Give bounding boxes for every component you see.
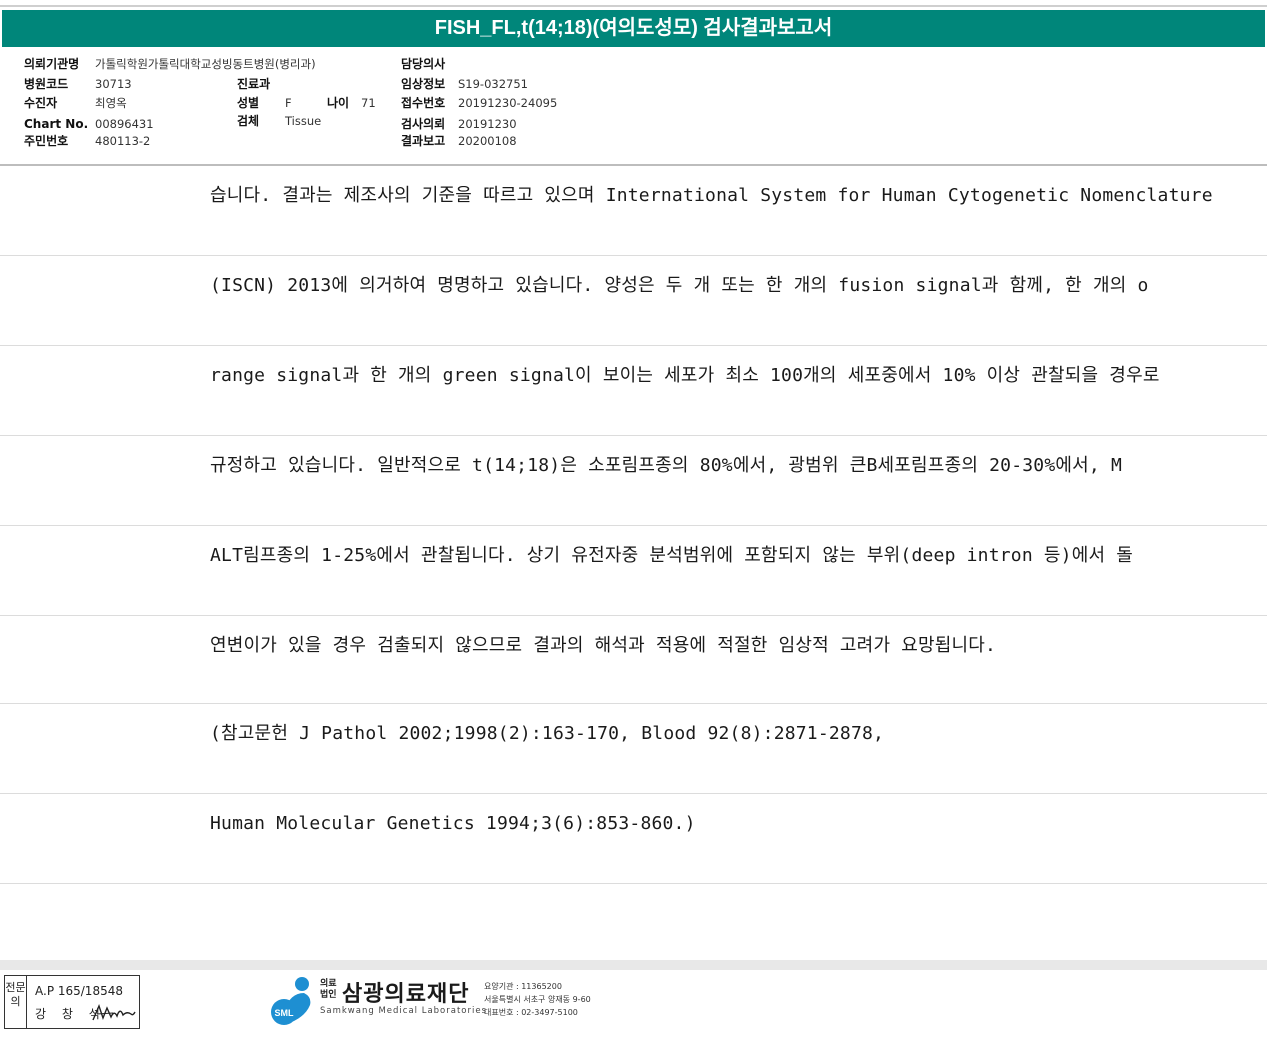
specimen-value: Tissue: [285, 114, 322, 128]
text-row: 연변이가 있을 경우 검출되지 않으므로 결과의 해석과 적용에 적절한 임상적…: [0, 616, 1267, 704]
hospital-code-field: 병원코드 30713: [24, 77, 224, 91]
text-row: 습니다. 결과는 제조사의 기준을 따르고 있으며 International …: [0, 166, 1267, 256]
department-label: 진료과: [237, 77, 271, 91]
logo-info-line: 요양기관 : 11365200: [484, 982, 562, 991]
age-value: 71: [361, 96, 376, 110]
sml-logo: SML 의료 법인 삼광의료재단 Samkwang Medical Labora…: [270, 975, 600, 1030]
signature-icon: [92, 1004, 136, 1021]
logo-info-line: 대표번호 : 02-3497-5100: [484, 1008, 578, 1017]
text-line: 연변이가 있을 경우 검출되지 않으므로 결과의 해석과 적용에 적절한 임상적…: [210, 635, 997, 656]
hospital-code-label: 병원코드: [24, 77, 69, 91]
result-date-label: 결과보고: [401, 134, 446, 148]
text-row: (참고문헌 J Pathol 2002;1998(2):163-170, Blo…: [0, 704, 1267, 794]
logo-info-line: 서울특별시 서초구 양재동 9-60: [484, 995, 591, 1004]
resident-no-label: 주민번호: [24, 134, 69, 148]
clinical-info-value: S19-032751: [458, 77, 528, 91]
text-line: Human Molecular Genetics 1994;3(6):853-8…: [210, 813, 696, 834]
logo-name-ko: 삼광의료재단: [342, 982, 470, 1007]
text-row: range signal과 한 개의 green signal이 보이는 세포가…: [0, 346, 1267, 436]
doctor-label: 담당의사: [401, 57, 446, 71]
logo-contact-info: 요양기관 : 11365200 서울특별시 서초구 양재동 9-60 대표번호 …: [484, 980, 591, 1019]
age-label: 나이: [327, 96, 350, 110]
license-number: A.P 165/18548: [35, 984, 123, 998]
logo-prefix: 의료 법인: [320, 979, 337, 1000]
resident-no-field: 주민번호 480113-2: [24, 134, 224, 148]
specimen-field: 검체 Tissue: [237, 114, 387, 128]
logo-name-en: Samkwang Medical Laboratories: [320, 1006, 488, 1016]
sex-value: F: [285, 96, 292, 110]
result-date-value: 20200108: [458, 134, 517, 148]
institution-field: 의뢰기관명 가톨릭학원가톨릭대학교성빙동트병원(병리과): [24, 57, 384, 71]
department-field: 진료과: [237, 77, 387, 91]
footer-divider: [0, 960, 1267, 970]
chart-no-label: Chart No.: [24, 117, 89, 131]
text-row: 규정하고 있습니다. 일반적으로 t(14;18)은 소포림프종의 80%에서,…: [0, 436, 1267, 526]
report-title: FISH_FL,t(14;18)(여의도성모) 검사결과보고서: [2, 10, 1265, 47]
sml-logo-icon: SML: [271, 977, 311, 1025]
receipt-no-value: 20191230-24095: [458, 96, 558, 110]
text-line: (참고문헌 J Pathol 2002;1998(2):163-170, Blo…: [210, 723, 885, 744]
specimen-label: 검체: [237, 114, 260, 128]
stamp-side-label: 전문의: [5, 976, 27, 1028]
text-row: ALT림프종의 1-25%에서 관찰됩니다. 상기 유전자중 분석범위에 포함되…: [0, 526, 1267, 616]
clinical-info-label: 임상정보: [401, 77, 446, 91]
logo-mark-text: SML: [275, 1008, 295, 1018]
sex-field: 성별 F: [237, 96, 317, 110]
sex-label: 성별: [237, 96, 260, 110]
institution-label: 의뢰기관명: [24, 57, 80, 71]
text-row: (ISCN) 2013에 의거하여 명명하고 있습니다. 양성은 두 개 또는 …: [0, 256, 1267, 346]
specialist-stamp: 전문의 A.P 165/18548 강 창 석: [4, 975, 140, 1029]
text-line: (ISCN) 2013에 의거하여 명명하고 있습니다. 양성은 두 개 또는 …: [210, 275, 1149, 296]
institution-value: 가톨릭학원가톨릭대학교성빙동트병원(병리과): [95, 57, 316, 71]
chart-no-value: 00896431: [95, 117, 154, 131]
hospital-code-value: 30713: [95, 77, 132, 91]
text-line: 규정하고 있습니다. 일반적으로 t(14;18)은 소포림프종의 80%에서,…: [210, 455, 1122, 476]
request-date-label: 검사의뢰: [401, 117, 446, 131]
request-date-field: 검사의뢰 20191230: [401, 117, 601, 131]
patient-label: 수진자: [24, 96, 58, 110]
chart-no-field: Chart No. 00896431: [24, 117, 224, 131]
text-line: ALT림프종의 1-25%에서 관찰됩니다. 상기 유전자중 분석범위에 포함되…: [210, 545, 1134, 566]
text-line: 습니다. 결과는 제조사의 기준을 따르고 있으며 International …: [210, 185, 1213, 206]
age-field: 나이 71: [327, 96, 387, 110]
request-date-value: 20191230: [458, 117, 517, 131]
patient-value: 최영옥: [95, 96, 127, 110]
result-text-body: 습니다. 결과는 제조사의 기준을 따르고 있으며 International …: [0, 166, 1267, 884]
result-date-field: 결과보고 20200108: [401, 134, 601, 148]
text-row: Human Molecular Genetics 1994;3(6):853-8…: [0, 794, 1267, 884]
patient-field: 수진자 최영옥: [24, 96, 224, 110]
receipt-no-field: 접수번호 20191230-24095: [401, 96, 601, 110]
clinical-info-field: 임상정보 S19-032751: [401, 77, 601, 91]
resident-no-value: 480113-2: [95, 134, 151, 148]
top-rule: [0, 5, 1267, 7]
text-line: range signal과 한 개의 green signal이 보이는 세포가…: [210, 365, 1160, 386]
doctor-field: 담당의사: [401, 57, 601, 71]
receipt-no-label: 접수번호: [401, 96, 446, 110]
